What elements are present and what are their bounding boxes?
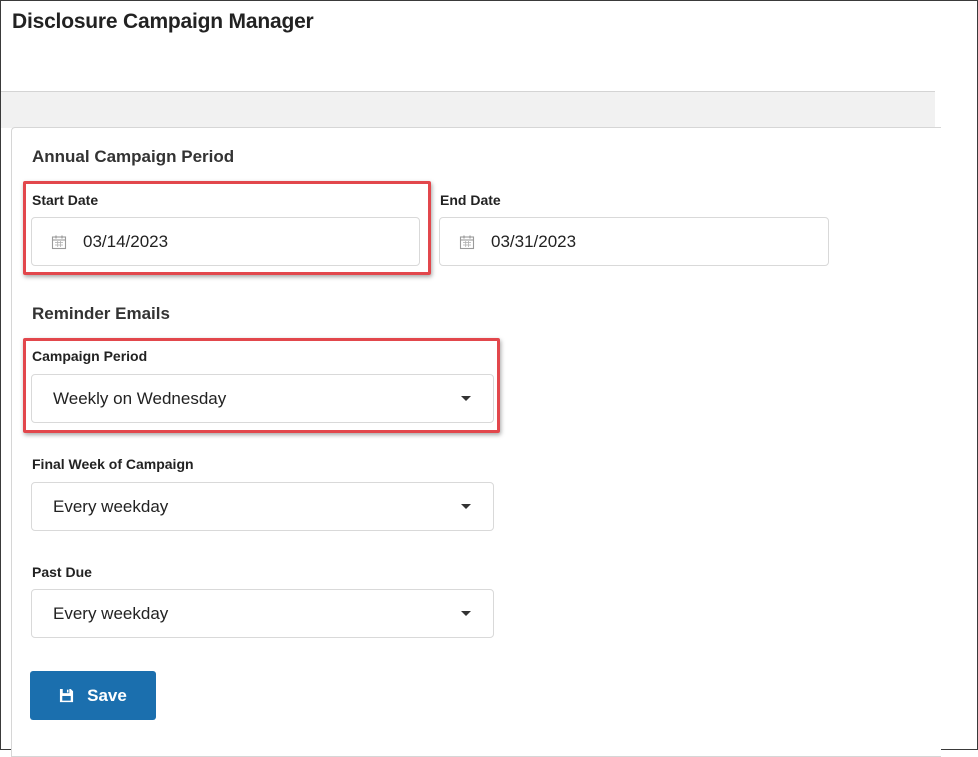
chevron-down-icon — [461, 504, 471, 509]
campaign-period-highlight — [23, 338, 500, 433]
page-title: Disclosure Campaign Manager — [12, 10, 314, 33]
final-week-value: Every weekday — [53, 496, 169, 516]
header-band — [1, 92, 935, 128]
past-due-select[interactable]: Every weekday — [31, 589, 494, 638]
past-due-label: Past Due — [32, 564, 92, 580]
calendar-icon — [459, 235, 475, 249]
reminder-emails-heading: Reminder Emails — [32, 304, 170, 323]
final-week-select[interactable]: Every weekday — [31, 482, 494, 531]
start-date-highlight — [23, 181, 431, 275]
past-due-value: Every weekday — [53, 603, 169, 623]
app-window: Disclosure Campaign Manager Annual Campa… — [0, 0, 978, 757]
final-week-label: Final Week of Campaign — [32, 456, 194, 472]
end-date-label: End Date — [440, 192, 501, 208]
annual-campaign-heading: Annual Campaign Period — [32, 147, 235, 166]
floppy-disk-icon — [60, 688, 74, 703]
end-date-input[interactable]: 03/31/2023 — [439, 217, 829, 266]
chevron-down-icon — [461, 611, 471, 616]
save-button[interactable]: Save — [30, 671, 156, 720]
save-button-label: Save — [87, 685, 127, 705]
end-date-value: 03/31/2023 — [491, 231, 577, 251]
